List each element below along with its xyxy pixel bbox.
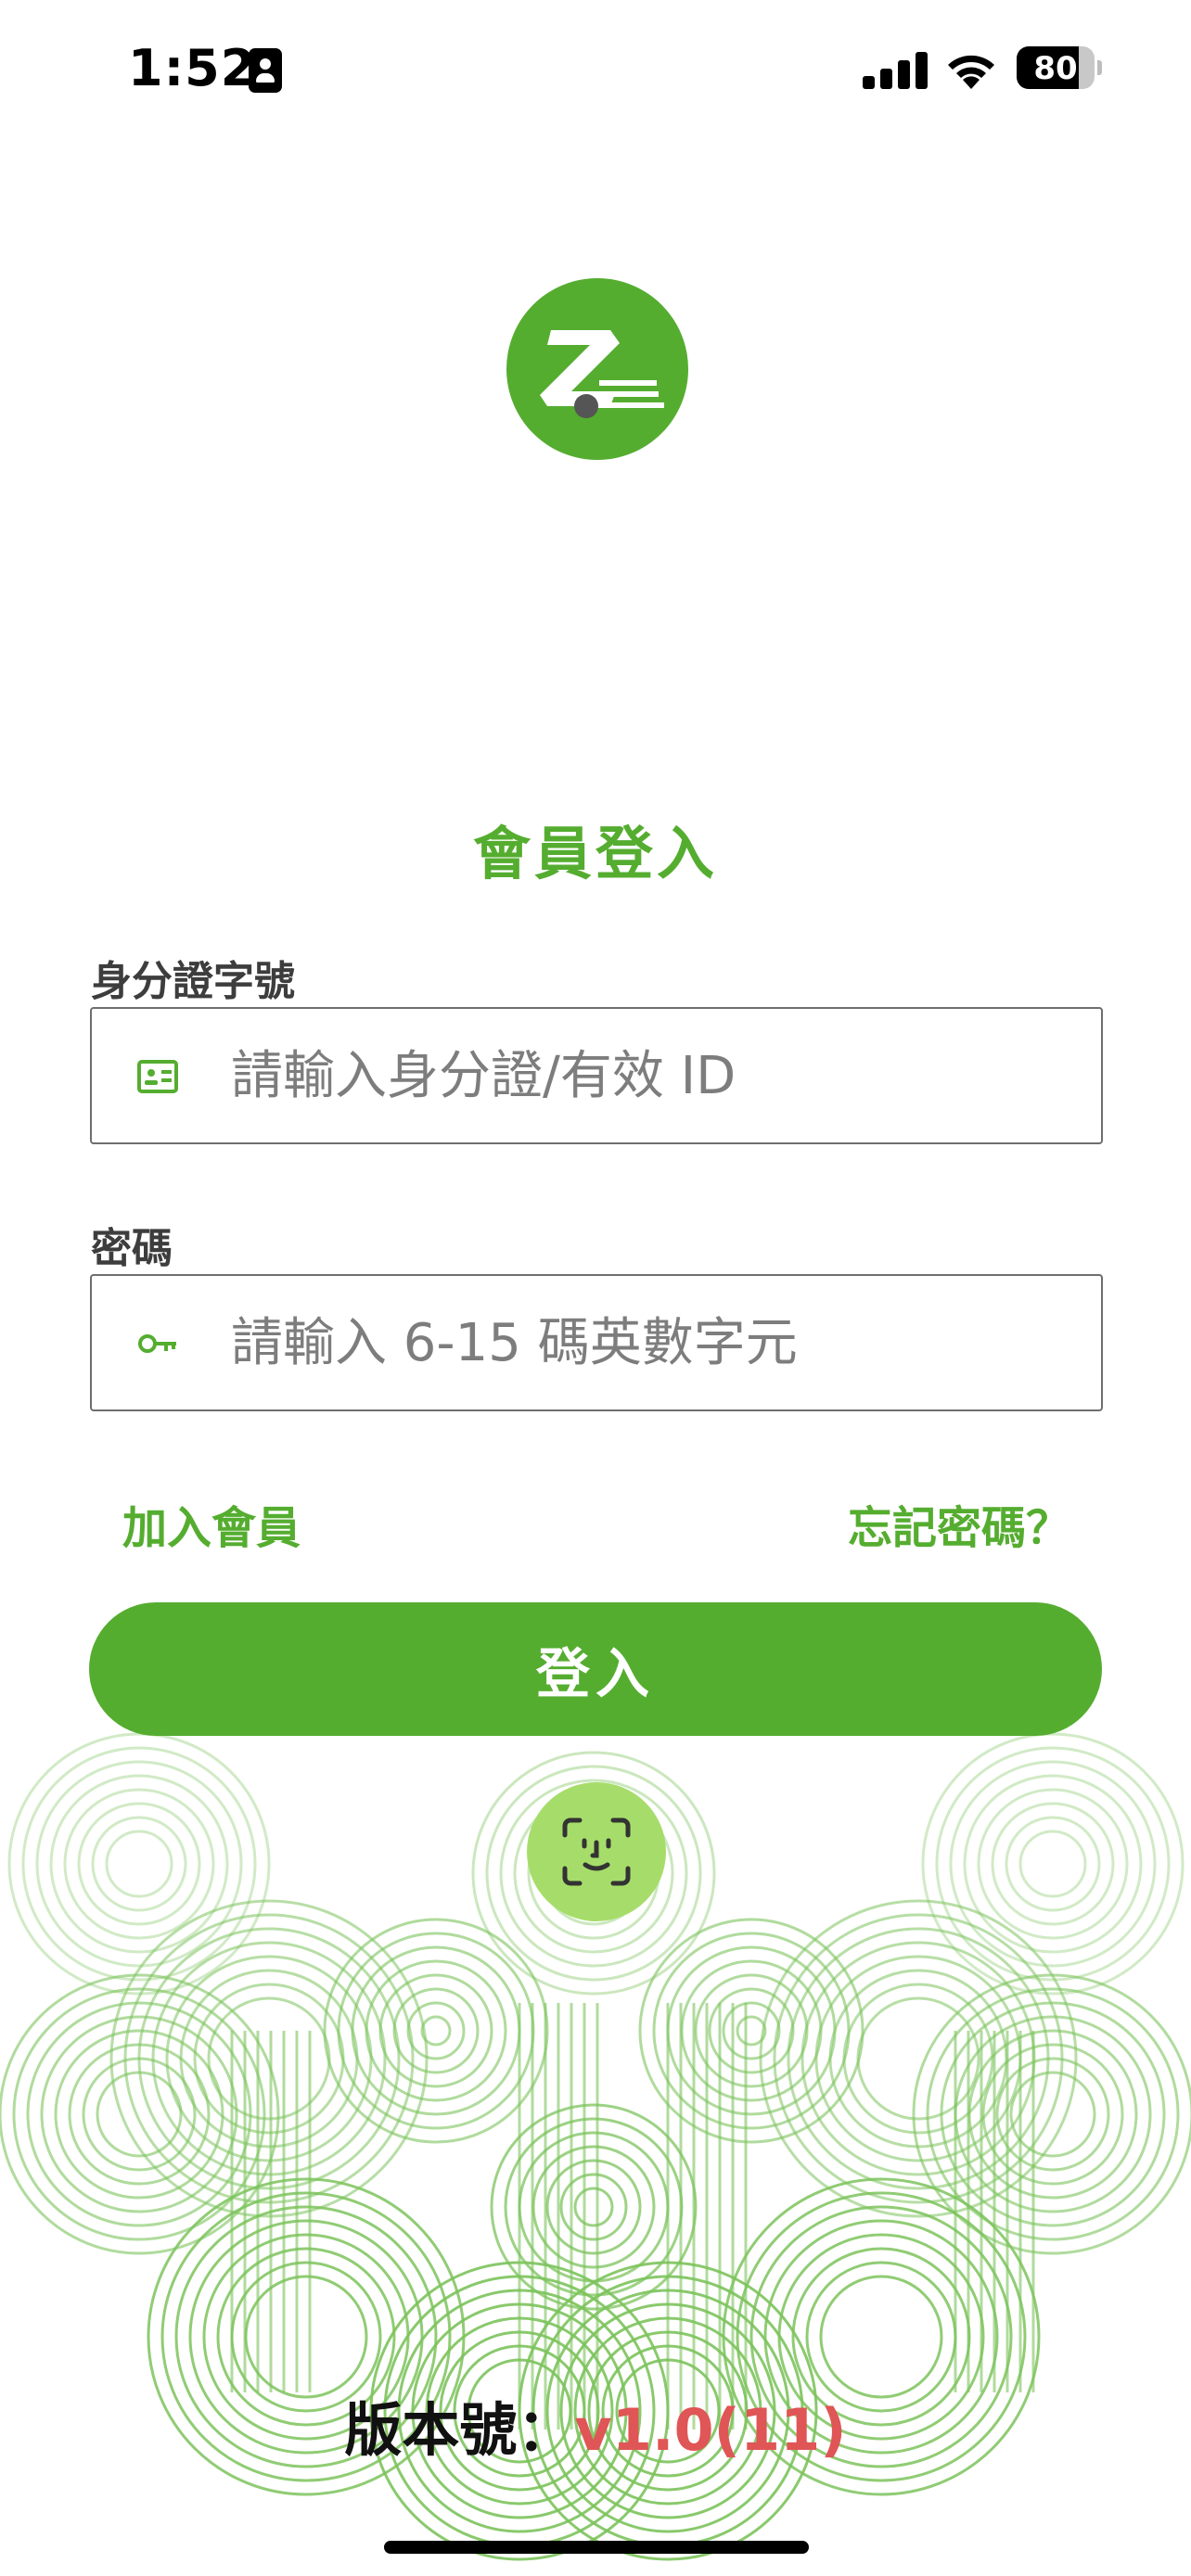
id-field-label: 身分證字號 bbox=[91, 958, 295, 1005]
version-label: 版本號： bbox=[344, 2396, 575, 2464]
face-id-icon bbox=[562, 1817, 631, 1886]
password-input[interactable] bbox=[231, 1296, 1066, 1389]
battery-icon: 80 bbox=[1017, 46, 1102, 91]
version-info: 版本號：v1.0(11) bbox=[0, 2383, 1191, 2467]
password-input-box[interactable] bbox=[90, 1274, 1103, 1411]
login-button[interactable]: 登入 bbox=[89, 1602, 1102, 1736]
password-field-label: 密碼 bbox=[91, 1225, 173, 1272]
wifi-icon bbox=[948, 55, 994, 89]
id-card-icon bbox=[137, 1060, 178, 1093]
id-input-box[interactable] bbox=[90, 1007, 1103, 1144]
status-bar: 1:52 80 bbox=[0, 0, 1191, 139]
forgot-password-link[interactable]: 忘記密碼？ bbox=[848, 1491, 1070, 1556]
status-time: 1:52 bbox=[128, 39, 257, 97]
cellular-signal-icon bbox=[863, 52, 928, 89]
page-title: 會員登入 bbox=[472, 820, 718, 887]
face-id-button[interactable] bbox=[527, 1782, 666, 1921]
home-indicator bbox=[384, 2541, 809, 2554]
key-icon bbox=[138, 1334, 176, 1353]
version-value: v1.0(11) bbox=[574, 2396, 847, 2464]
z-logo-icon bbox=[506, 278, 688, 460]
join-member-link[interactable]: 加入會員 bbox=[122, 1491, 301, 1556]
battery-level: 80 bbox=[1033, 50, 1078, 87]
contact-card-icon bbox=[249, 48, 282, 93]
id-input[interactable] bbox=[231, 1029, 1066, 1122]
